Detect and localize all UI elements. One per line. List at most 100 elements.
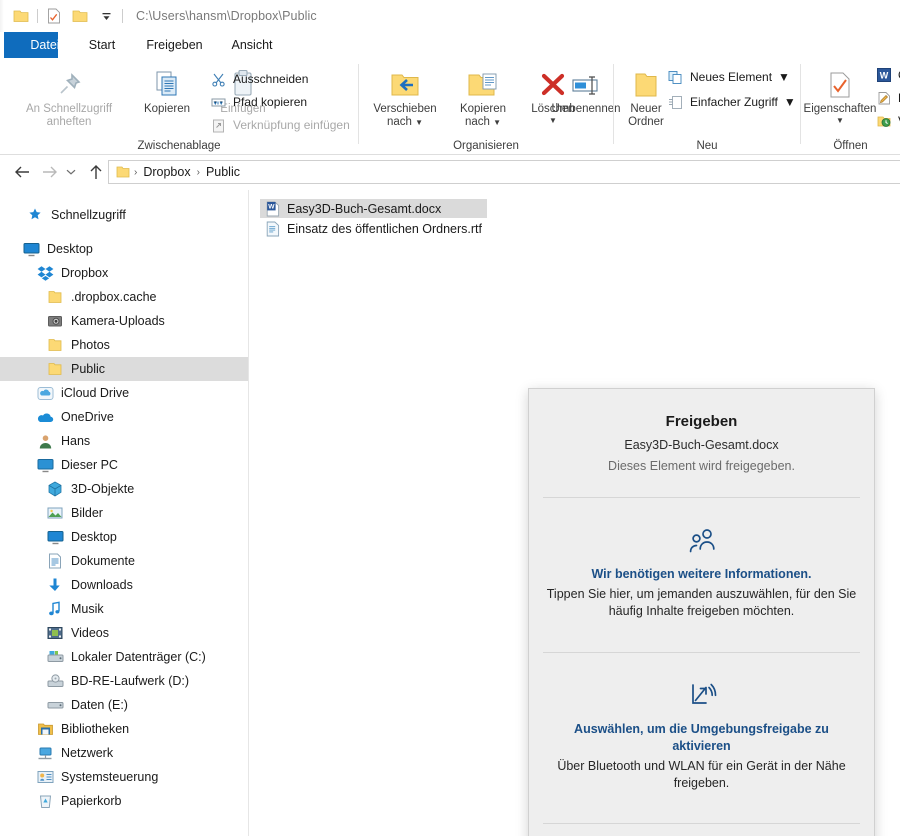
sidebar-item-dokumente[interactable]: Dokumente	[0, 549, 248, 573]
sidebar-label: Public	[71, 362, 106, 376]
breadcrumb-public[interactable]: Public	[203, 165, 243, 179]
chevron-down-icon[interactable]	[93, 4, 119, 28]
copy-path-icon	[210, 94, 227, 111]
sidebar-item-papierkorb[interactable]: Papierkorb	[0, 789, 248, 813]
copy-button[interactable]: Kopieren	[130, 62, 204, 116]
sidebar-label: iCloud Drive	[61, 386, 130, 400]
easy-access-button[interactable]: Einfacher Zugriff ▼	[667, 91, 796, 113]
navigation-pane[interactable]: Schnellzugriff Desktop Dropbox .dropbox.…	[0, 190, 249, 836]
sidebar-label: Systemsteuerung	[61, 770, 159, 784]
chevron-down-icon[interactable]: ▼	[415, 118, 423, 127]
window-left-edge	[0, 0, 4, 32]
chevron-down-icon[interactable]: ▼	[522, 116, 584, 125]
open-with-word-button[interactable]: W Ö	[875, 64, 900, 86]
new-folder-button[interactable]: Neuer Ordner	[618, 62, 674, 129]
folder-icon	[46, 360, 64, 378]
pin-label-line1: An Schnellzugriff	[25, 103, 113, 115]
sidebar-item-3d-objekte[interactable]: 3D-Objekte	[0, 477, 248, 501]
move-to-icon	[365, 62, 445, 100]
share-flyout-panel[interactable]: Freigeben Easy3D-Buch-Gesamt.docx Dieses…	[528, 388, 875, 836]
share-people-description: Tippen Sie hier, um jemanden auszuwählen…	[546, 587, 857, 618]
paste-shortcut-button[interactable]: Verknüpfung einfügen	[210, 114, 350, 136]
sidebar-item-onedrive[interactable]: OneDrive	[0, 405, 248, 429]
sidebar-item-desktop[interactable]: Desktop	[0, 237, 248, 261]
sidebar-item-dieser-pc[interactable]: Dieser PC	[0, 453, 248, 477]
breadcrumb-folder-icon[interactable]	[115, 165, 131, 179]
sidebar-item-daten-e[interactable]: Daten (E:)	[0, 693, 248, 717]
chevron-down-icon[interactable]: ▼	[802, 116, 878, 125]
chevron-down-icon[interactable]: ▼	[493, 118, 501, 127]
file-name: Einsatz des öffentlichen Ordners.rtf	[287, 221, 483, 236]
svg-text:W: W	[268, 203, 275, 210]
paste-shortcut-icon	[210, 117, 227, 134]
breadcrumb-separator[interactable]: ›	[131, 167, 140, 178]
move-to-button[interactable]: Verschieben nach ▼	[365, 62, 445, 129]
chevron-down-icon[interactable]: ▼	[778, 70, 790, 84]
explorer-content: Schnellzugriff Desktop Dropbox .dropbox.…	[0, 190, 900, 836]
share-people-section[interactable]: Wir benötigen weitere Informationen. Tip…	[529, 498, 874, 620]
sidebar-item-dropbox-cache[interactable]: .dropbox.cache	[0, 285, 248, 309]
tab-ansicht[interactable]: Ansicht	[203, 32, 301, 58]
new-folder-icon[interactable]	[67, 4, 93, 28]
pin-to-quick-access-button[interactable]: An Schnellzugriff anheften	[13, 62, 125, 129]
copy-path-button[interactable]: Pfad kopieren	[210, 91, 307, 113]
history-button[interactable]: V	[875, 110, 900, 132]
sidebar-item-dropbox[interactable]: Dropbox	[0, 261, 248, 285]
recent-locations-button[interactable]	[62, 161, 80, 183]
properties-button[interactable]: Eigenschaften ▼	[802, 62, 878, 125]
properties-icon[interactable]	[41, 4, 67, 28]
easy-access-label: Einfacher Zugriff	[690, 95, 778, 109]
sidebar-item-photos[interactable]: Photos	[0, 333, 248, 357]
copy-label: Kopieren	[143, 103, 191, 115]
copy-to-button[interactable]: Kopieren nach ▼	[447, 62, 519, 129]
copy-to-label-line2: nach	[464, 116, 490, 128]
breadcrumb-bar[interactable]: › Dropbox › Public	[108, 160, 900, 184]
sidebar-label: BD-RE-Laufwerk (D:)	[71, 674, 190, 688]
cut-button[interactable]: Ausschneiden	[210, 68, 308, 90]
new-folder-label-line1: Neuer	[630, 103, 662, 115]
sidebar-item-kamera-uploads[interactable]: Kamera-Uploads	[0, 309, 248, 333]
group-label-oeffnen: Öffnen	[833, 140, 868, 152]
sidebar-item-musik[interactable]: Musik	[0, 597, 248, 621]
breadcrumb-dropbox[interactable]: Dropbox	[140, 165, 193, 179]
sidebar-item-bd-re-laufwerk-d[interactable]: BD-RE-Laufwerk (D:)	[0, 669, 248, 693]
scissors-icon	[210, 71, 227, 88]
sidebar-item-hans[interactable]: Hans	[0, 429, 248, 453]
file-list-item-easy3d[interactable]: W Easy3D-Buch-Gesamt.docx	[260, 199, 487, 218]
rtf-doc-icon	[265, 221, 281, 237]
sidebar-item-downloads[interactable]: Downloads	[0, 573, 248, 597]
word-icon: W	[875, 67, 892, 84]
sidebar-item-netzwerk[interactable]: Netzwerk	[0, 741, 248, 765]
new-folder-label-line2: Ordner	[628, 116, 664, 128]
properties-label: Eigenschaften	[803, 103, 877, 115]
sidebar-item-videos[interactable]: Videos	[0, 621, 248, 645]
sidebar-item-schnellzugriff[interactable]: Schnellzugriff	[0, 203, 248, 227]
up-button[interactable]	[84, 161, 108, 183]
star-pin-icon	[26, 206, 44, 224]
toolbar-separator-2	[122, 9, 123, 23]
ribbon-group-organisieren: Verschieben nach ▼ Kopieren nach ▼ Lösch…	[359, 58, 621, 154]
onedrive-icon	[36, 408, 54, 426]
sidebar-item-systemsteuerung[interactable]: Systemsteuerung	[0, 765, 248, 789]
new-item-button[interactable]: Neues Element ▼	[667, 66, 790, 88]
sidebar-item-bilder[interactable]: Bilder	[0, 501, 248, 525]
share-nearby-link[interactable]: Auswählen, um die Umgebungsfreigabe zu a…	[529, 721, 874, 755]
back-button[interactable]	[10, 161, 34, 183]
sidebar-item-public[interactable]: Public	[0, 357, 248, 381]
file-list-item-einsatz[interactable]: Einsatz des öffentlichen Ordners.rtf	[260, 219, 487, 238]
forward-button[interactable]	[38, 161, 62, 183]
sidebar-label: Papierkorb	[61, 794, 122, 808]
sidebar-label: Desktop	[47, 242, 93, 256]
breadcrumb-separator-2[interactable]: ›	[194, 167, 203, 178]
sidebar-item-lokaler-datentraeger-c[interactable]: Lokaler Datenträger (C:)	[0, 645, 248, 669]
sidebar-item-icloud-drive[interactable]: iCloud Drive	[0, 381, 248, 405]
folder-icon[interactable]	[8, 4, 34, 28]
share-nearby-section[interactable]: Auswählen, um die Umgebungsfreigabe zu a…	[529, 653, 874, 792]
share-panel-title: Freigeben	[665, 413, 738, 430]
share-people-link[interactable]: Wir benötigen weitere Informationen.	[529, 566, 874, 583]
edit-button[interactable]: B	[875, 87, 900, 109]
sidebar-item-bibliotheken[interactable]: Bibliotheken	[0, 717, 248, 741]
sidebar-item-desktop-pc[interactable]: Desktop	[0, 525, 248, 549]
sidebar-label: Dokumente	[71, 554, 135, 568]
chevron-down-icon[interactable]: ▼	[784, 95, 796, 109]
